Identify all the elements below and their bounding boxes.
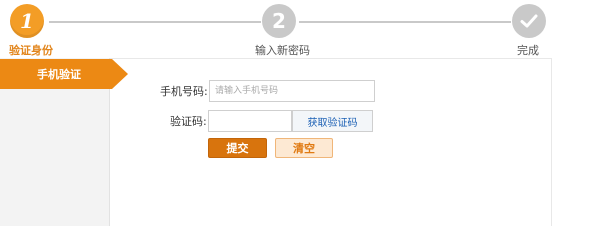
- step-1-number: 1: [20, 9, 34, 33]
- tab-active-arrow: [112, 59, 128, 89]
- verification-code-input[interactable]: [208, 110, 292, 132]
- phone-input[interactable]: [209, 80, 375, 102]
- step-3-circle: [512, 4, 546, 38]
- step-2-number: 2: [272, 9, 286, 33]
- get-code-button[interactable]: 获取验证码: [292, 110, 373, 132]
- step-1-label: 验证身份: [9, 44, 53, 57]
- tab-phone-verification[interactable]: 手机验证: [0, 59, 112, 89]
- step-connector: [299, 21, 511, 23]
- step-1-circle: 1: [10, 4, 44, 38]
- step-3-label: 完成: [517, 44, 539, 57]
- submit-button[interactable]: 提交: [208, 138, 267, 158]
- code-label: 验证码:: [170, 115, 207, 128]
- clear-button[interactable]: 清空: [275, 138, 333, 158]
- check-icon: [520, 14, 538, 28]
- phone-label: 手机号码:: [160, 85, 208, 98]
- step-indicator: 1 2 验证身份 输入新密码 完成: [0, 0, 600, 58]
- step-2-label: 输入新密码: [255, 44, 310, 57]
- step-2-circle: 2: [262, 4, 296, 38]
- step-connector: [49, 21, 261, 23]
